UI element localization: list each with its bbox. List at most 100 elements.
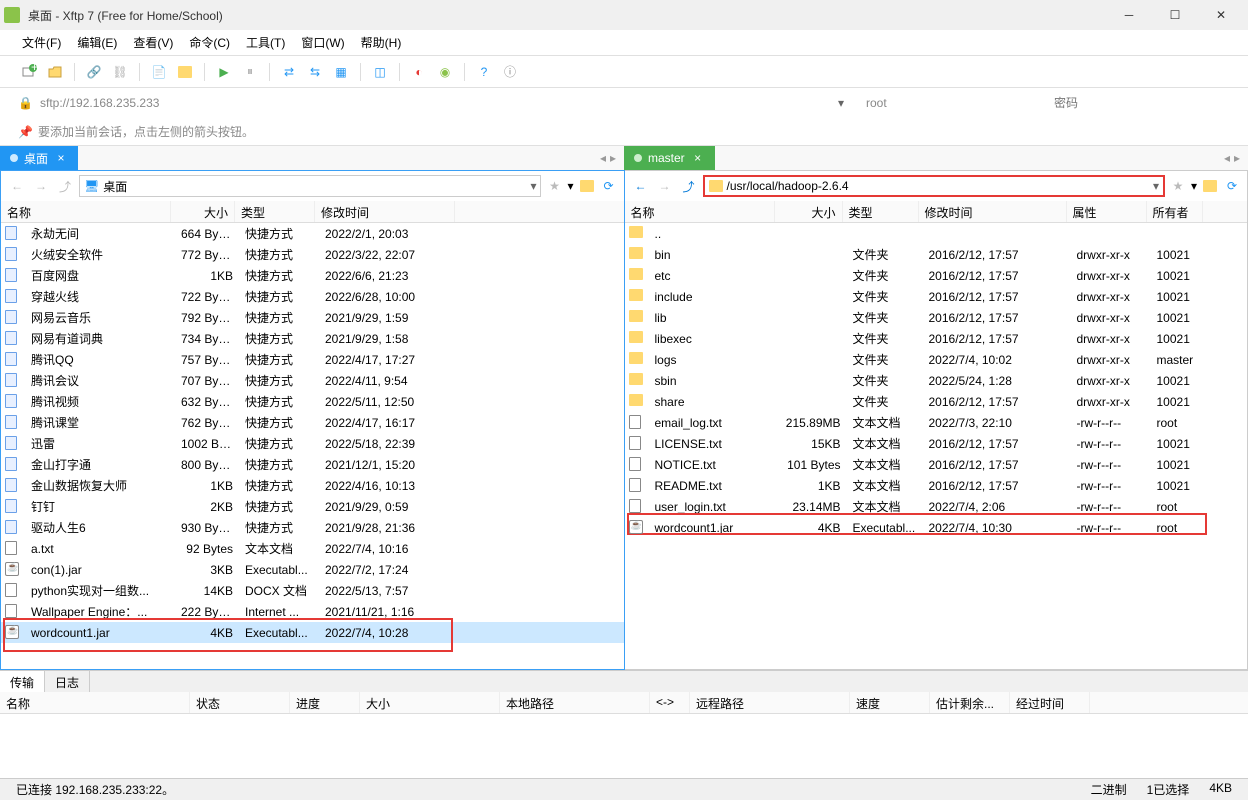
col-size[interactable]: 大小 bbox=[775, 201, 843, 222]
tcol-size[interactable]: 大小 bbox=[360, 692, 500, 713]
link-button[interactable]: 🔗 bbox=[83, 61, 105, 83]
col-time[interactable]: 修改时间 bbox=[315, 201, 455, 222]
tab-nav-left-icon[interactable]: ◂ bbox=[1224, 151, 1230, 165]
file-row[interactable]: 穿越火线 722 Bytes 快捷方式 2022/6/28, 10:00 bbox=[1, 286, 624, 307]
dropdown-icon[interactable]: ▾ bbox=[1153, 179, 1159, 193]
file-row[interactable]: sbin 文件夹 2022/5/24, 1:28 drwxr-xr-x 1002… bbox=[625, 370, 1248, 391]
file-row[interactable]: libexec 文件夹 2016/2/12, 17:57 drwxr-xr-x … bbox=[625, 328, 1248, 349]
col-type[interactable]: 类型 bbox=[843, 201, 919, 222]
col-time[interactable]: 修改时间 bbox=[919, 201, 1067, 222]
nav-forward-button[interactable]: → bbox=[655, 176, 675, 196]
username-input[interactable] bbox=[862, 96, 1042, 110]
favorites-dropdown[interactable]: ▾ bbox=[1191, 179, 1197, 193]
local-path-input[interactable]: 🖥 桌面 ▾ bbox=[79, 175, 541, 197]
tcol-local[interactable]: 本地路径 bbox=[500, 692, 650, 713]
open-session-button[interactable] bbox=[44, 61, 66, 83]
maximize-button[interactable]: ☐ bbox=[1152, 0, 1198, 30]
tcol-name[interactable]: 名称 bbox=[0, 692, 190, 713]
view-grid-button[interactable]: ▦ bbox=[330, 61, 352, 83]
file-row[interactable]: README.txt 1KB 文本文档 2016/2/12, 17:57 -rw… bbox=[625, 475, 1248, 496]
nav-back-button[interactable]: ← bbox=[7, 176, 27, 196]
file-row[interactable]: 网易云音乐 792 Bytes 快捷方式 2021/9/29, 1:59 bbox=[1, 307, 624, 328]
file-row[interactable]: 钉钉 2KB 快捷方式 2021/9/29, 0:59 bbox=[1, 496, 624, 517]
tab-nav-right-icon[interactable]: ▸ bbox=[610, 151, 616, 165]
play-button[interactable]: ▶ bbox=[213, 61, 235, 83]
file-row[interactable]: etc 文件夹 2016/2/12, 17:57 drwxr-xr-x 1002… bbox=[625, 265, 1248, 286]
tcol-progress[interactable]: 进度 bbox=[290, 692, 360, 713]
home-button[interactable] bbox=[1201, 177, 1219, 195]
pause-button[interactable]: ⏸ bbox=[239, 61, 261, 83]
tab-close-icon[interactable]: × bbox=[54, 151, 68, 165]
transfer-list[interactable] bbox=[0, 714, 1248, 778]
tcol-est[interactable]: 估计剩余... bbox=[930, 692, 1010, 713]
col-size[interactable]: 大小 bbox=[171, 201, 235, 222]
help-button[interactable]: ? bbox=[473, 61, 495, 83]
file-row[interactable]: Wallpaper Engine：... 222 Bytes Internet … bbox=[1, 601, 624, 622]
nav-forward-button[interactable]: → bbox=[31, 176, 51, 196]
new-session-button[interactable]: + bbox=[18, 61, 40, 83]
file-row[interactable]: LICENSE.txt 15KB 文本文档 2016/2/12, 17:57 -… bbox=[625, 433, 1248, 454]
nav-up-button[interactable]: ⤴ bbox=[55, 176, 75, 196]
xftp-button[interactable]: ◉ bbox=[434, 61, 456, 83]
tcol-elapsed[interactable]: 经过时间 bbox=[1010, 692, 1090, 713]
menu-file[interactable]: 文件(F) bbox=[16, 32, 67, 53]
file-row[interactable]: bin 文件夹 2016/2/12, 17:57 drwxr-xr-x 1002… bbox=[625, 244, 1248, 265]
file-row[interactable]: 网易有道词典 734 Bytes 快捷方式 2021/9/29, 1:58 bbox=[1, 328, 624, 349]
xshell-button[interactable]: ◐ bbox=[408, 61, 430, 83]
address-input[interactable] bbox=[40, 96, 830, 110]
col-owner[interactable]: 所有者 bbox=[1147, 201, 1203, 222]
remote-path-input[interactable]: /usr/local/hadoop-2.6.4 ▾ bbox=[703, 175, 1165, 197]
log-tab[interactable]: 日志 bbox=[45, 671, 90, 692]
file-row[interactable]: 腾讯课堂 762 Bytes 快捷方式 2022/4/17, 16:17 bbox=[1, 412, 624, 433]
file-row[interactable]: 驱动人生6 930 Bytes 快捷方式 2021/9/28, 21:36 bbox=[1, 517, 624, 538]
file-row[interactable]: wordcount1.jar 4KB Executabl... 2022/7/4… bbox=[625, 517, 1248, 538]
col-name[interactable]: 名称 bbox=[1, 201, 171, 222]
tcol-remote[interactable]: 远程路径 bbox=[690, 692, 850, 713]
address-dropdown-icon[interactable]: ▾ bbox=[838, 96, 854, 110]
about-button[interactable]: ⓘ bbox=[499, 61, 521, 83]
local-tab[interactable]: 桌面 × bbox=[0, 146, 78, 170]
close-button[interactable]: ✕ bbox=[1198, 0, 1244, 30]
file-row[interactable]: user_login.txt 23.14MB 文本文档 2022/7/4, 2:… bbox=[625, 496, 1248, 517]
bookmark-button[interactable]: ★ bbox=[1169, 177, 1187, 195]
tab-close-icon[interactable]: × bbox=[691, 151, 705, 165]
col-name[interactable]: 名称 bbox=[625, 201, 775, 222]
transfer-tab[interactable]: 传输 bbox=[0, 671, 45, 692]
file-row[interactable]: logs 文件夹 2022/7/4, 10:02 drwxr-xr-x mast… bbox=[625, 349, 1248, 370]
nav-back-button[interactable]: ← bbox=[631, 176, 651, 196]
file-row[interactable]: 迅雷 1002 Byt... 快捷方式 2022/5/18, 22:39 bbox=[1, 433, 624, 454]
new-folder-button[interactable] bbox=[174, 61, 196, 83]
menu-edit[interactable]: 编辑(E) bbox=[71, 32, 123, 53]
file-row[interactable]: 永劫无间 664 Bytes 快捷方式 2022/2/1, 20:03 bbox=[1, 223, 624, 244]
sync-left-button[interactable]: ⇄ bbox=[278, 61, 300, 83]
panel-config-button[interactable]: ◫ bbox=[369, 61, 391, 83]
tab-nav-right-icon[interactable]: ▸ bbox=[1234, 151, 1240, 165]
new-file-button[interactable]: 📄 bbox=[148, 61, 170, 83]
remote-tab[interactable]: master × bbox=[624, 146, 715, 170]
dropdown-icon[interactable]: ▾ bbox=[530, 179, 536, 193]
password-input[interactable] bbox=[1050, 96, 1230, 110]
tcol-arrow[interactable]: <-> bbox=[650, 692, 690, 713]
file-row[interactable]: a.txt 92 Bytes 文本文档 2022/7/4, 10:16 bbox=[1, 538, 624, 559]
file-row[interactable]: 金山打字通 800 Bytes 快捷方式 2021/12/1, 15:20 bbox=[1, 454, 624, 475]
file-row[interactable]: lib 文件夹 2016/2/12, 17:57 drwxr-xr-x 1002… bbox=[625, 307, 1248, 328]
file-row[interactable]: 腾讯QQ 757 Bytes 快捷方式 2022/4/17, 17:27 bbox=[1, 349, 624, 370]
menu-tool[interactable]: 工具(T) bbox=[240, 32, 291, 53]
file-row[interactable]: .. bbox=[625, 223, 1248, 244]
col-attr[interactable]: 属性 bbox=[1067, 201, 1147, 222]
file-row[interactable]: wordcount1.jar 4KB Executabl... 2022/7/4… bbox=[1, 622, 624, 643]
menu-view[interactable]: 查看(V) bbox=[127, 32, 179, 53]
refresh-button[interactable]: ⟳ bbox=[1223, 177, 1241, 195]
file-row[interactable]: 百度网盘 1KB 快捷方式 2022/6/6, 21:23 bbox=[1, 265, 624, 286]
menu-help[interactable]: 帮助(H) bbox=[355, 32, 408, 53]
sync-right-button[interactable]: ⇆ bbox=[304, 61, 326, 83]
minimize-button[interactable]: ─ bbox=[1106, 0, 1152, 30]
local-file-list[interactable]: 永劫无间 664 Bytes 快捷方式 2022/2/1, 20:03 火绒安全… bbox=[1, 223, 624, 669]
nav-up-button[interactable]: ⤴ bbox=[679, 176, 699, 196]
favorites-dropdown[interactable]: ▾ bbox=[567, 179, 573, 193]
file-row[interactable]: email_log.txt 215.89MB 文本文档 2022/7/3, 22… bbox=[625, 412, 1248, 433]
file-row[interactable]: 腾讯会议 707 Bytes 快捷方式 2022/4/11, 9:54 bbox=[1, 370, 624, 391]
file-row[interactable]: 金山数据恢复大师 1KB 快捷方式 2022/4/16, 10:13 bbox=[1, 475, 624, 496]
tab-nav-left-icon[interactable]: ◂ bbox=[600, 151, 606, 165]
file-row[interactable]: 腾讯视频 632 Bytes 快捷方式 2022/5/11, 12:50 bbox=[1, 391, 624, 412]
